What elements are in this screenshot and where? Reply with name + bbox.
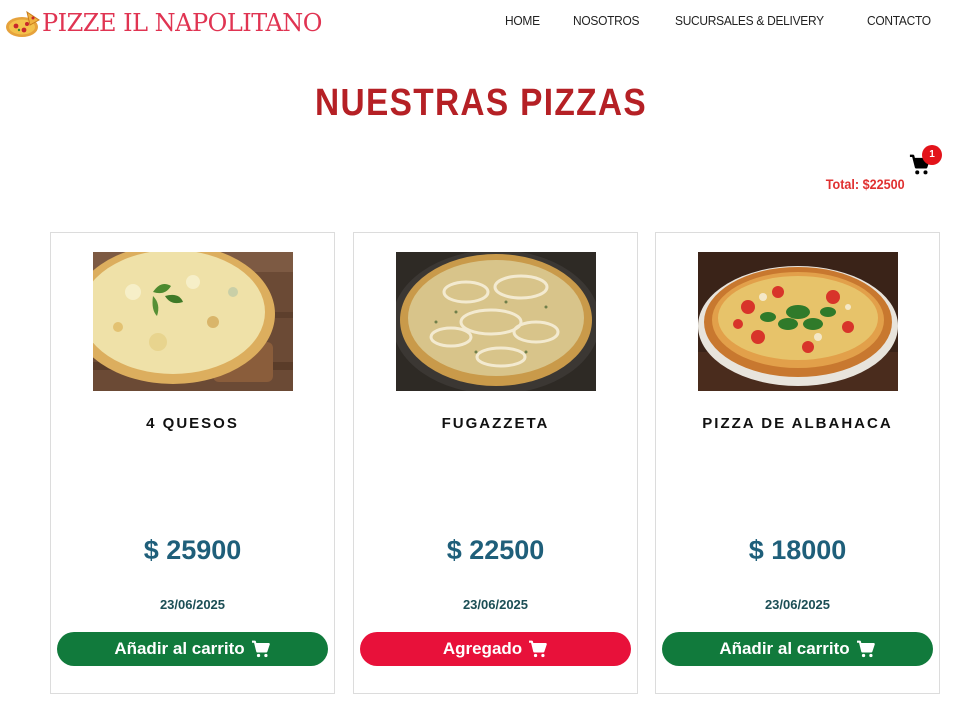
- page-title: NUESTRAS PIZZAS: [315, 82, 647, 124]
- product-card-fugazzeta: FUGAZZETA $ 22500 23/06/2025 Agregado: [353, 232, 638, 694]
- product-name: 4 QUESOS: [146, 415, 239, 432]
- product-price: $ 22500: [446, 535, 545, 565]
- navbar: PIZZE IL NAPOLITANO HOME NOSOTROS SUCURS…: [0, 0, 962, 48]
- product-date: 23/06/2025: [159, 597, 226, 612]
- added-to-cart-button[interactable]: Agregado: [360, 632, 631, 666]
- product-card-4-quesos: 4 QUESOS $ 25900 23/06/2025 Añadir al ca…: [50, 232, 335, 694]
- product-card-pizza-de-albahaca: PIZZA DE ALBAHACA $ 18000 23/06/2025 Aña…: [655, 232, 940, 694]
- product-price: $ 18000: [748, 535, 847, 565]
- product-image: [93, 252, 293, 391]
- nav-link-nosotros[interactable]: NOSOTROS: [573, 13, 640, 28]
- nav-link-contacto[interactable]: CONTACTO: [867, 13, 931, 28]
- button-label: Añadir al carrito: [719, 639, 850, 658]
- nav-menu: HOME NOSOTROS SUCURSALES & DELIVERY CONT…: [505, 13, 936, 28]
- product-date: 23/06/2025: [462, 597, 529, 612]
- product-image: [698, 252, 898, 391]
- product-name: FUGAZZETA: [441, 415, 550, 432]
- product-date: 23/06/2025: [764, 597, 831, 612]
- add-to-cart-button[interactable]: Añadir al carrito: [57, 632, 328, 666]
- pizza-slice-icon: [6, 10, 40, 37]
- nav-link-home[interactable]: HOME: [505, 13, 540, 28]
- cart-icon: [856, 640, 875, 658]
- nav-link-sucursales[interactable]: SUCURSALES & DELIVERY: [675, 13, 824, 28]
- button-label: Añadir al carrito: [114, 639, 245, 658]
- product-price: $ 25900: [143, 535, 242, 565]
- product-image: [396, 252, 596, 391]
- cart-total: Total: $22500: [826, 176, 905, 192]
- product-name: PIZZA DE ALBAHACA: [702, 415, 893, 432]
- cart-icon: [251, 640, 270, 658]
- button-label: Agregado: [442, 639, 523, 658]
- cart-icon: [529, 640, 548, 658]
- add-to-cart-button[interactable]: Añadir al carrito: [662, 632, 933, 666]
- brand-name: PIZZE IL NAPOLITANO: [42, 9, 322, 37]
- brand[interactable]: PIZZE IL NAPOLITANO: [5, 8, 322, 38]
- cart-count-badge: 1: [922, 145, 942, 165]
